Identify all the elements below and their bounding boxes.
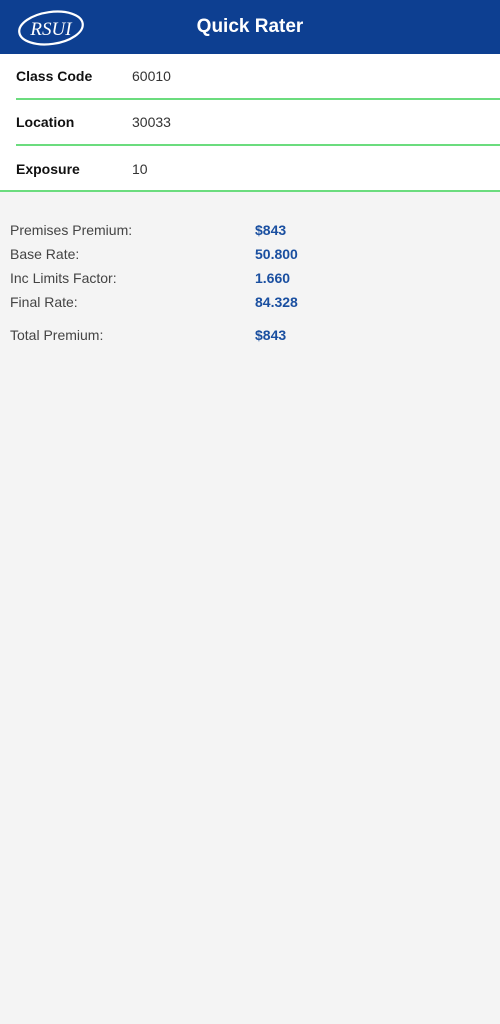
exposure-label: Exposure: [16, 161, 80, 177]
location-value[interactable]: 30033: [132, 114, 171, 130]
premises-premium-value: $843: [255, 222, 287, 238]
quick-rater-screen: RSUI Quick Rater Class Code 60010 Locati…: [0, 0, 500, 1024]
premises-premium-row: Premises Premium: $843: [10, 218, 490, 242]
premises-premium-label: Premises Premium:: [10, 222, 133, 238]
total-premium-label: Total Premium:: [10, 327, 104, 343]
logo-text: RSUI: [29, 19, 73, 40]
class-code-value[interactable]: 60010: [132, 68, 171, 84]
class-code-label: Class Code: [16, 68, 93, 84]
inc-limits-factor-value: 1.660: [255, 270, 291, 286]
rating-input-form: Class Code 60010 Location 30033 Exposure…: [0, 54, 500, 192]
rsui-logo-icon: RSUI: [18, 10, 84, 46]
location-label: Location: [16, 114, 75, 130]
rsui-logo[interactable]: RSUI: [16, 8, 86, 48]
class-code-row[interactable]: Class Code 60010: [16, 54, 500, 100]
base-rate-row: Base Rate: 50.800: [10, 242, 490, 266]
total-premium-row: Total Premium: $843: [10, 323, 490, 347]
inc-limits-factor-row: Inc Limits Factor: 1.660: [10, 266, 490, 290]
total-premium-value: $843: [255, 327, 287, 343]
exposure-value[interactable]: 10: [132, 161, 148, 177]
final-rate-row: Final Rate: 84.328: [10, 290, 490, 314]
final-rate-label: Final Rate:: [10, 294, 78, 310]
inc-limits-factor-label: Inc Limits Factor:: [10, 270, 117, 286]
app-header: RSUI Quick Rater: [0, 0, 500, 54]
rating-results: Premises Premium: $843 Base Rate: 50.800…: [10, 218, 490, 347]
exposure-row[interactable]: Exposure 10: [16, 146, 500, 192]
base-rate-value: 50.800: [255, 246, 298, 262]
page-title: Quick Rater: [196, 16, 304, 37]
final-rate-value: 84.328: [255, 294, 298, 310]
location-row[interactable]: Location 30033: [16, 100, 500, 146]
base-rate-label: Base Rate:: [10, 246, 80, 262]
